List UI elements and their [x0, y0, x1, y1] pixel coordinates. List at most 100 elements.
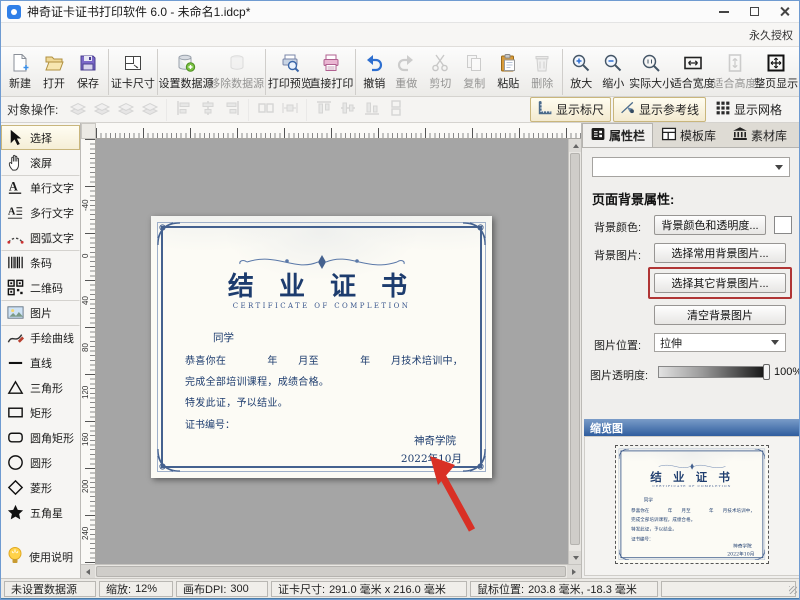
image-position-select[interactable]: 拉伸	[654, 333, 786, 352]
tab-materials[interactable]: 素材库	[724, 123, 795, 147]
menu-item-datasource[interactable]	[89, 32, 109, 38]
toolbar-button-zoom-in[interactable]: 放大	[562, 49, 596, 95]
sidebar-tool-diamond[interactable]: 菱形	[1, 475, 80, 500]
toolbar-button-cut[interactable]: 剪切	[423, 49, 457, 95]
toolbar-button-direct-print[interactable]: 直接打印	[311, 49, 353, 95]
menu-item-print[interactable]	[109, 32, 129, 38]
object-button-align-center[interactable]	[196, 99, 220, 121]
layers-icon	[117, 99, 135, 120]
choose-common-bg-button[interactable]: 选择常用背景图片...	[654, 243, 786, 263]
menu-item-view[interactable]	[49, 32, 69, 38]
vertical-scrollbar[interactable]	[568, 139, 581, 564]
main-toolbar: 新建 打开 保存 证卡尺寸 设置数据源 移除数据源 打印预览 直	[1, 47, 799, 97]
menu-item-help[interactable]	[149, 32, 169, 38]
align-left-icon	[175, 99, 193, 120]
toolbar-button-open[interactable]: 打开	[37, 49, 71, 95]
toolbar-button-card-size[interactable]: 证卡尺寸	[108, 49, 154, 95]
scroll-left-button[interactable]	[81, 565, 95, 578]
object-button-equal-height[interactable]	[384, 99, 408, 121]
toolbar-button-set-datasource[interactable]: 设置数据源	[157, 49, 212, 95]
sidebar-tool-triangle[interactable]: 三角形	[1, 375, 80, 400]
certificate-subtitle: CERTIFICATE OF COMPLETION	[151, 302, 492, 310]
help-button[interactable]: 使用说明	[5, 545, 73, 568]
annotation-highlight-box	[648, 267, 792, 299]
horizontal-scrollbar[interactable]	[81, 564, 581, 578]
cut-icon	[430, 53, 450, 73]
toolbar-button-zoom-out[interactable]: 缩小	[596, 49, 630, 95]
object-button-align-top[interactable]	[306, 99, 336, 121]
toolbar-button-fit-page[interactable]: 整页显示	[755, 49, 797, 95]
object-button-send-to-back[interactable]	[138, 99, 162, 121]
sidebar-tool-multi-line-text[interactable]: A 多行文字	[1, 200, 80, 225]
sidebar-tool-pan[interactable]: 滚屏	[1, 150, 80, 175]
sidebar-tool-freehand-curve[interactable]: 手绘曲线	[1, 325, 80, 350]
toolbar-button-remove-datasource[interactable]: 移除数据源	[211, 49, 262, 95]
menu-item-tools[interactable]	[129, 32, 149, 38]
clear-bg-button[interactable]: 清空背景图片	[654, 305, 786, 325]
toolbar-button-new[interactable]: 新建	[3, 49, 37, 95]
object-button-align-right[interactable]	[220, 99, 244, 121]
zoom-in-icon	[571, 53, 591, 73]
object-button-equal-spacing[interactable]	[278, 99, 302, 121]
sidebar-tool-barcode[interactable]: 条码	[1, 250, 80, 275]
close-button[interactable]	[769, 1, 799, 22]
toolbar-button-fit-width[interactable]: 适合宽度	[672, 49, 714, 95]
view-toggle-show-guides[interactable]: 显示参考线	[613, 97, 706, 122]
sidebar-tool-rounded-rectangle[interactable]: 圆角矩形	[1, 425, 80, 450]
object-button-equal-size[interactable]	[248, 99, 278, 121]
sidebar-tool-qrcode[interactable]: 二维码	[1, 275, 80, 300]
sidebar-tool-rectangle[interactable]: 矩形	[1, 400, 80, 425]
license-badge: 永久授权	[749, 27, 799, 43]
bg-color-swatch[interactable]	[774, 216, 792, 234]
maximize-button[interactable]	[739, 1, 769, 22]
menu-item-file[interactable]	[9, 32, 29, 38]
menu-item-object[interactable]	[69, 32, 89, 38]
sidebar-tool-arc-text[interactable]: 圆弧文字	[1, 225, 80, 250]
card-size-icon	[123, 53, 143, 73]
sidebar-tool-circle[interactable]: 圆形	[1, 450, 80, 475]
thumbnail-preview[interactable]: 结 业 证 书 CERTIFICATE OF COMPLETION 同学 恭喜你…	[616, 446, 768, 563]
vruler-label: 280	[81, 540, 94, 564]
view-toggle-show-grid[interactable]: 显示网格	[708, 97, 789, 122]
object-button-send-backward[interactable]	[90, 99, 114, 121]
sidebar-tool-image[interactable]: 图片	[1, 300, 80, 325]
toolbar-button-copy[interactable]: 复制	[457, 49, 491, 95]
object-button-align-bottom[interactable]	[360, 99, 384, 121]
menu-item-edit[interactable]	[29, 32, 49, 38]
design-canvas[interactable]: 结 业 证 书 CERTIFICATE OF COMPLETION 同学 恭喜你…	[96, 139, 568, 564]
certificate-page[interactable]: 结 业 证 书 CERTIFICATE OF COMPLETION 同学 恭喜你…	[151, 216, 492, 478]
object-selector-dropdown[interactable]	[592, 157, 790, 177]
view-toggle-show-ruler[interactable]: 显示标尺	[530, 97, 611, 122]
scroll-right-button[interactable]	[567, 565, 581, 578]
toolbar-button-paste[interactable]: 粘贴	[491, 49, 525, 95]
sidebar-tool-star[interactable]: 五角星	[1, 500, 80, 525]
tab-properties[interactable]: 属性栏	[582, 123, 653, 147]
image-opacity-slider[interactable]	[658, 366, 768, 378]
toolbar-button-actual-size[interactable]: 实际大小	[630, 49, 672, 95]
toolbar-button-delete[interactable]: 删除	[525, 49, 559, 95]
slider-handle[interactable]	[763, 364, 770, 380]
toolbar-button-redo[interactable]: 重做	[389, 49, 423, 95]
toolbar-button-save[interactable]: 保存	[71, 49, 105, 95]
undo-icon	[364, 53, 384, 73]
image-opacity-value: 100%	[774, 366, 800, 378]
properties-panel: 属性栏 模板库 素材库 页面背景属性: 背景颜色: 背景颜色和透明度... 背景…	[581, 123, 800, 578]
sidebar-tool-select[interactable]: 选择	[1, 125, 80, 150]
bg-color-button[interactable]: 背景颜色和透明度...	[654, 215, 766, 235]
object-button-bring-forward[interactable]	[66, 99, 90, 121]
toolbar-button-undo[interactable]: 撤销	[355, 49, 389, 95]
resize-grip[interactable]	[789, 586, 797, 594]
object-button-align-middle[interactable]	[336, 99, 360, 121]
minimize-button[interactable]	[709, 1, 739, 22]
sidebar-tool-line[interactable]: 直线	[1, 350, 80, 375]
toolbar-button-fit-height[interactable]: 适合高度	[714, 49, 756, 95]
toolbar-button-print-preview[interactable]: 打印预览	[265, 49, 311, 95]
thumbnail-header: 缩览图	[584, 419, 800, 436]
window-title: 神奇证卡证书打印软件 6.0 - 未命名1.idcp*	[27, 3, 250, 20]
object-button-align-left[interactable]	[166, 99, 196, 121]
horizontal-scroll-thumb[interactable]	[96, 566, 566, 577]
vertical-scroll-thumb[interactable]	[570, 153, 580, 545]
sidebar-tool-single-line-text[interactable]: A 单行文字	[1, 175, 80, 200]
object-button-bring-to-front[interactable]	[114, 99, 138, 121]
tab-templates[interactable]: 模板库	[653, 123, 724, 147]
